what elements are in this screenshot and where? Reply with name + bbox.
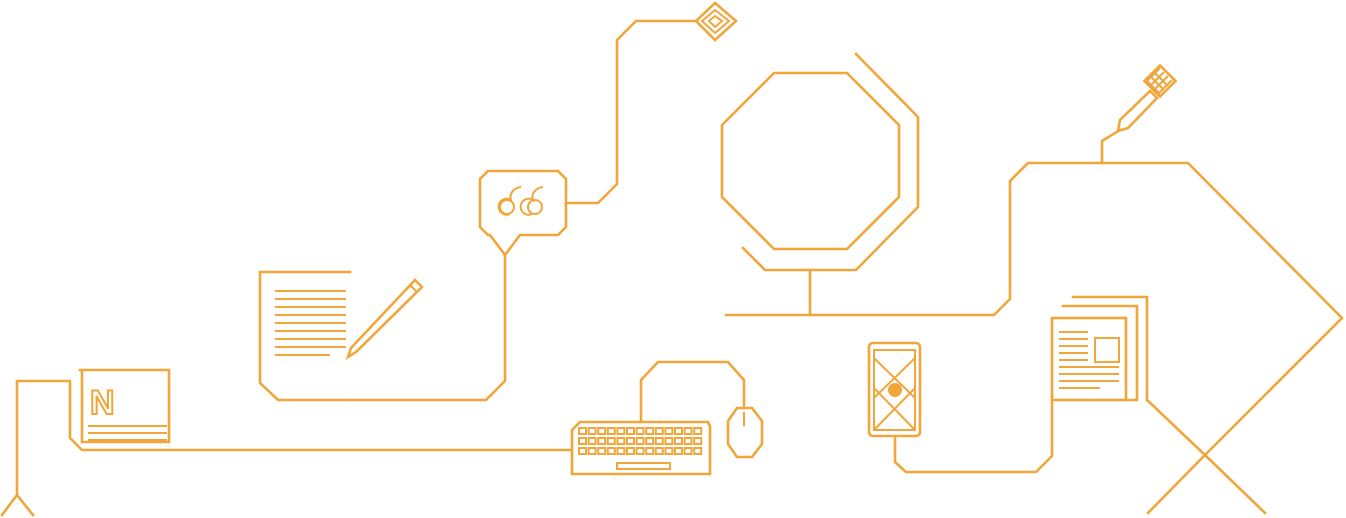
keyboard-key (645, 447, 655, 455)
line-art-illustration: N (0, 1, 1344, 517)
keyboard-key (635, 447, 645, 455)
octagon-frame-icon (720, 52, 920, 317)
mouse-icon (726, 406, 764, 459)
keyboard-key (616, 437, 626, 445)
keyboard-key (587, 437, 597, 445)
keyboard-key (693, 427, 703, 435)
keyboard-key (606, 447, 616, 455)
microphone-icon (1116, 63, 1178, 133)
keyboard-key (683, 447, 693, 455)
keyboard-key (616, 447, 626, 455)
keyboard-key (626, 427, 635, 435)
keyboard-key (606, 437, 616, 445)
keyboard-key (664, 447, 674, 455)
keyboard-key (635, 437, 645, 445)
notebook-icon: N (78, 368, 171, 444)
keyboard-icon (570, 420, 712, 476)
keyboard-key (674, 427, 683, 435)
keyboard-key (597, 447, 607, 455)
keyboard-key (664, 437, 674, 445)
keyboard-key (587, 427, 597, 435)
keyboard-key (664, 427, 674, 435)
keyboard-key (578, 437, 587, 445)
keyboard-key (578, 447, 587, 455)
keyboard-key (674, 437, 683, 445)
notebook-letter: N (90, 384, 115, 422)
keyboard-key (635, 427, 645, 435)
antenna-icon (0, 492, 35, 517)
keyboard-key (693, 447, 703, 455)
connector-lines (15, 19, 1344, 515)
keyboard-key (645, 427, 655, 435)
document-pencil-icon (258, 270, 424, 402)
keyboard-key (683, 427, 693, 435)
smartphone-icon (867, 341, 922, 438)
keyboard-key (654, 437, 664, 445)
keyboard-key (645, 437, 655, 445)
keyboard-key (578, 427, 587, 435)
quote-bubble-icon (478, 169, 568, 258)
keyboard-key (587, 447, 597, 455)
keyboard-key (674, 447, 683, 455)
keyboard-key (683, 437, 693, 445)
keyboard-key (616, 427, 626, 435)
keyboard-key (597, 427, 607, 435)
keyboard-key (606, 427, 616, 435)
keyboard-key (654, 427, 664, 435)
keyboard-key (597, 437, 607, 445)
keyboard-key (626, 437, 635, 445)
keyboard-key (693, 437, 703, 445)
diamond-target-icon (694, 1, 738, 42)
newspaper-stack-icon (1050, 295, 1149, 402)
keyboard-key (654, 447, 664, 455)
keyboard-key (626, 447, 635, 455)
